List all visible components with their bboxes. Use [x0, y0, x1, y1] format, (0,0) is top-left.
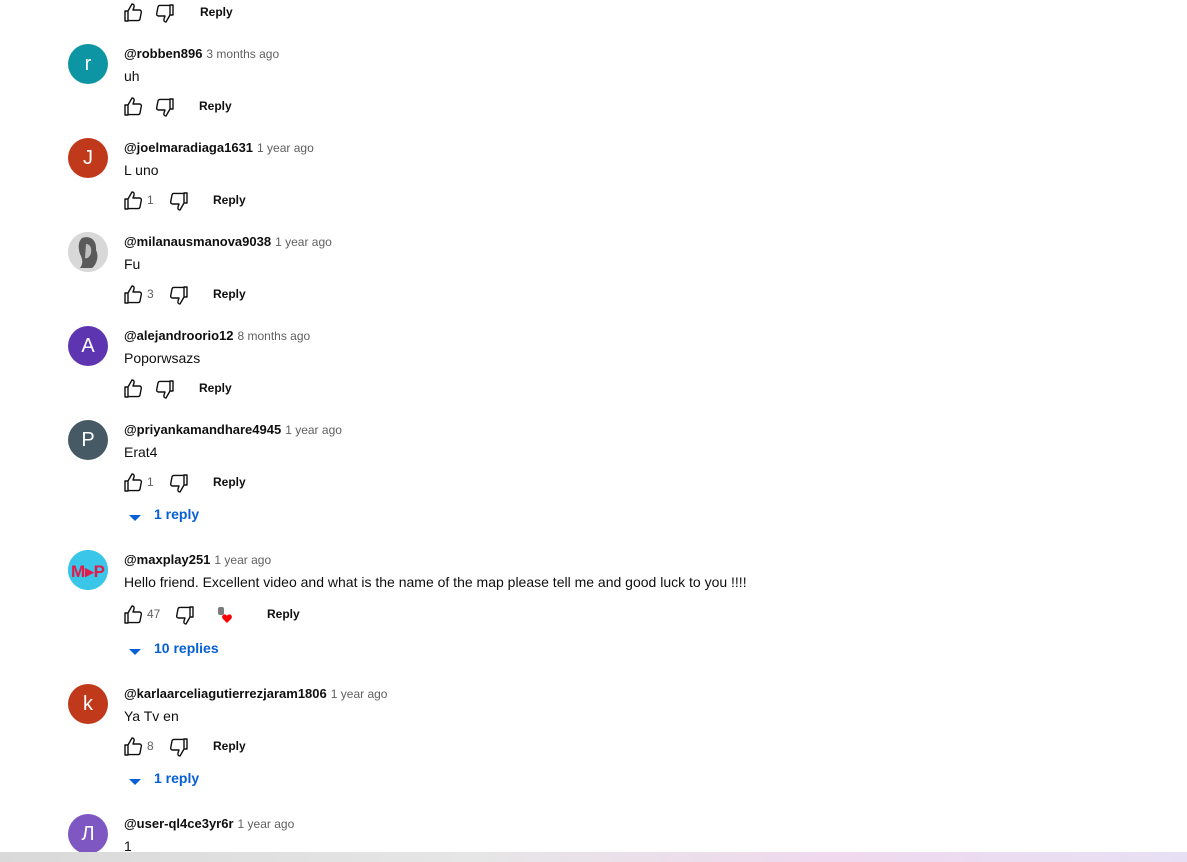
reply-button[interactable]: Reply — [213, 193, 246, 207]
author-handle[interactable]: @priyankamandhare4945 — [124, 422, 281, 437]
thumb-down-icon[interactable] — [173, 603, 197, 627]
like-count: 47 — [147, 607, 161, 621]
comment-header: @joelmaradiaga1631 1 year ago — [124, 140, 314, 155]
thumb-up-icon[interactable] — [121, 1, 145, 25]
thumb-up-icon[interactable] — [121, 283, 145, 307]
thumb-up-icon[interactable] — [121, 603, 145, 627]
author-handle[interactable]: @karlaarceliagutierrezjaram1806 — [124, 686, 327, 701]
avatar[interactable]: A — [68, 326, 108, 366]
comment-text: Fu — [124, 256, 141, 272]
caret-down-icon — [128, 774, 142, 790]
author-handle[interactable]: @milanausmanova9038 — [124, 234, 271, 249]
like-count: 1 — [147, 193, 154, 207]
author-handle[interactable]: @alejandroorio12 — [124, 328, 233, 343]
comment-timestamp[interactable]: 1 year ago — [331, 687, 388, 701]
thumb-down-icon[interactable] — [153, 377, 177, 401]
author-handle[interactable]: @joelmaradiaga1631 — [124, 140, 253, 155]
comment-timestamp[interactable]: 1 year ago — [214, 553, 271, 567]
comment-header: @milanausmanova9038 1 year ago — [124, 234, 332, 249]
thumb-up-icon[interactable] — [121, 471, 145, 495]
comment-timestamp[interactable]: 3 months ago — [206, 47, 279, 61]
comment-timestamp[interactable]: 1 year ago — [238, 817, 295, 831]
avatar-photo[interactable] — [68, 232, 108, 272]
thumb-down-icon[interactable] — [153, 1, 177, 25]
thumb-up-icon[interactable] — [121, 735, 145, 759]
comment-header: @user-ql4ce3yr6r 1 year ago — [124, 816, 294, 831]
reply-button[interactable]: Reply — [267, 607, 300, 621]
like-count: 8 — [147, 739, 154, 753]
thumb-down-icon[interactable] — [167, 189, 191, 213]
comment-header: @karlaarceliagutierrezjaram1806 1 year ag… — [124, 686, 387, 701]
reply-button[interactable]: Reply — [200, 5, 233, 19]
reply-button[interactable]: Reply — [213, 287, 246, 301]
comment-timestamp[interactable]: 8 months ago — [237, 329, 310, 343]
comment-text: uh — [124, 68, 140, 84]
thumb-down-icon[interactable] — [153, 95, 177, 119]
thumb-down-icon[interactable] — [167, 283, 191, 307]
comment-text: Ya Tv en — [124, 708, 179, 724]
comment-text: Poporwsazs — [124, 350, 201, 366]
avatar[interactable]: Л — [68, 814, 108, 854]
comment-header: @robben896 3 months ago — [124, 46, 279, 61]
reply-button[interactable]: Reply — [213, 475, 246, 489]
thumb-up-icon[interactable] — [121, 189, 145, 213]
comment-text: L uno — [124, 162, 159, 178]
avatar[interactable]: r — [68, 44, 108, 84]
reply-button[interactable]: Reply — [199, 381, 232, 395]
caret-down-icon — [128, 510, 142, 526]
author-handle[interactable]: @maxplay251 — [124, 552, 210, 567]
comment-header: @maxplay251 1 year ago — [124, 552, 271, 567]
comment-text: Hello friend. Excellent video and what i… — [124, 574, 747, 590]
comment-text: Erat4 — [124, 444, 158, 460]
creator-heart-icon — [215, 603, 239, 627]
comment-header: @priyankamandhare4945 1 year ago — [124, 422, 342, 437]
thumb-up-icon[interactable] — [121, 377, 145, 401]
comment-timestamp[interactable]: 1 year ago — [275, 235, 332, 249]
thumb-down-icon[interactable] — [167, 735, 191, 759]
caret-down-icon — [128, 644, 142, 660]
avatar-logo[interactable]: M▸P — [68, 550, 108, 590]
comment-timestamp[interactable]: 1 year ago — [257, 141, 314, 155]
comment-timestamp[interactable]: 1 year ago — [285, 423, 342, 437]
svg-text:M▸P: M▸P — [71, 562, 105, 581]
reply-button[interactable]: Reply — [213, 739, 246, 753]
author-handle[interactable]: @user-ql4ce3yr6r — [124, 816, 234, 831]
replies-count-label: 10 replies — [154, 640, 219, 656]
avatar[interactable]: J — [68, 138, 108, 178]
thumb-down-icon[interactable] — [167, 471, 191, 495]
thumb-up-icon[interactable] — [121, 95, 145, 119]
replies-count-label: 1 reply — [154, 770, 200, 786]
reply-button[interactable]: Reply — [199, 99, 232, 113]
like-count: 1 — [147, 475, 154, 489]
replies-count-label: 1 reply — [154, 506, 200, 522]
like-count: 3 — [147, 287, 154, 301]
comment-header: @alejandroorio12 8 months ago — [124, 328, 310, 343]
avatar[interactable]: P — [68, 420, 108, 460]
taskbar-strip — [0, 852, 1187, 862]
avatar[interactable]: k — [68, 684, 108, 724]
author-handle[interactable]: @robben896 — [124, 46, 202, 61]
